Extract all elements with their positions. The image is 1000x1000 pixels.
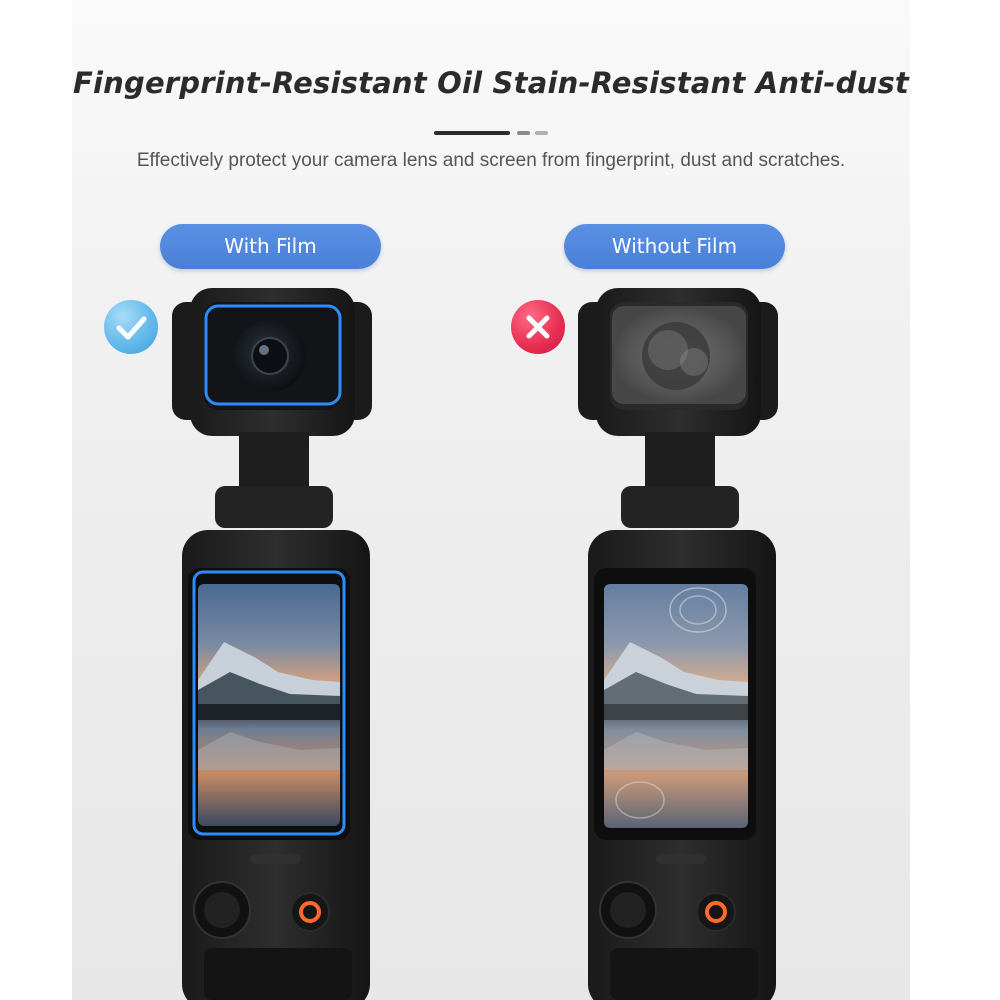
title-divider-short-light [535,131,548,135]
product-comparison-page: Fingerprint-Resistant Oil Stain-Resistan… [0,0,1000,1000]
headline: Fingerprint-Resistant Oil Stain-Resistan… [72,66,909,100]
check-icon [104,300,158,354]
camera-with-film [160,280,390,1000]
subtitle: Effectively protect your camera lens and… [136,150,846,171]
cross-icon [511,300,565,354]
without-film-label: Without Film [564,224,785,269]
title-divider-long [434,131,510,135]
with-film-label: With Film [160,224,381,269]
title-divider-short [517,131,530,135]
camera-without-film [568,280,798,1000]
